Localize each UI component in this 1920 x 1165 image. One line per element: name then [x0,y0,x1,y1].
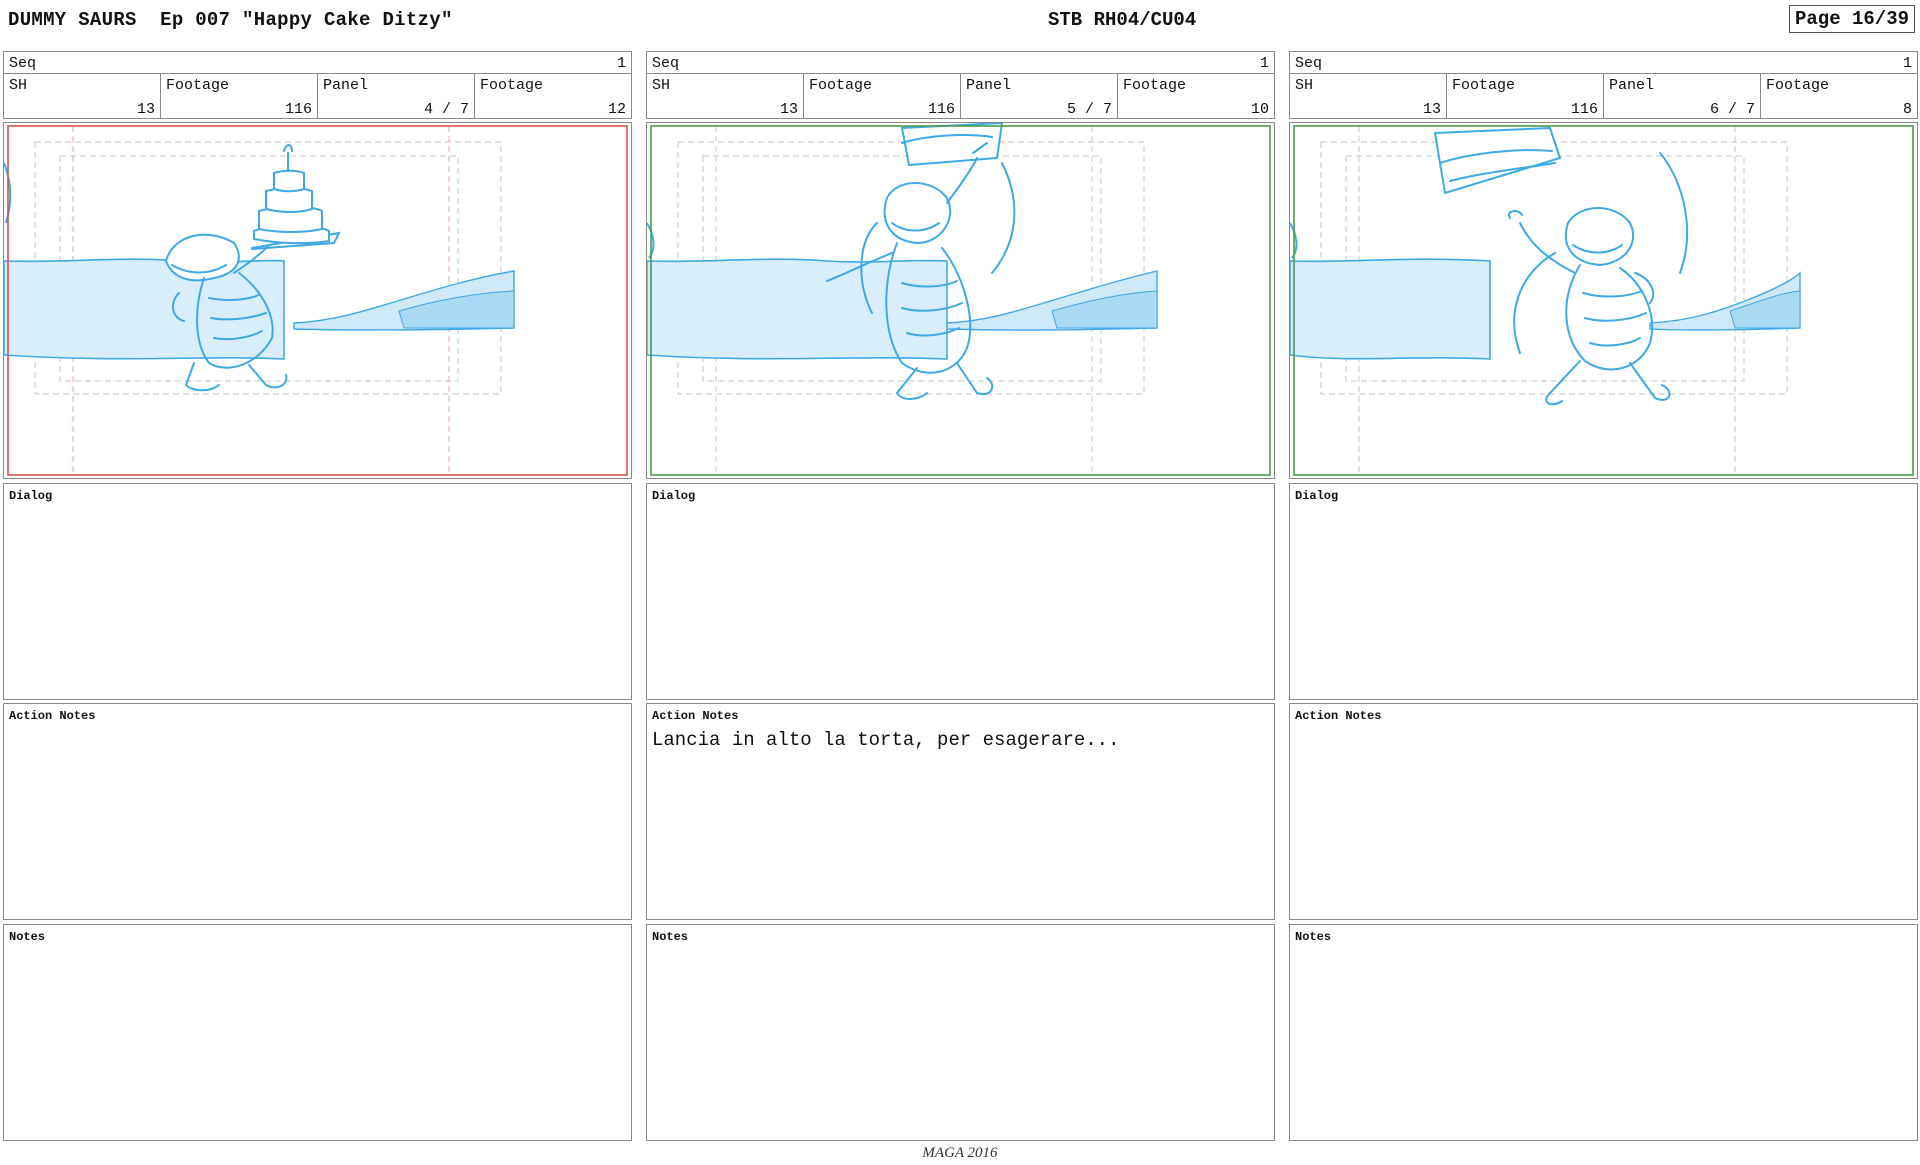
seq-label: Seq [652,55,680,72]
sketch-drawing-cake-toss [647,123,1271,476]
dialog-label: Dialog [652,489,696,503]
header-title: DUMMY SAURS Ep 007 "Happy Cake Ditzy" [8,9,453,31]
notes-label: Notes [1295,930,1332,944]
dialog-label: Dialog [9,489,53,503]
seq-value: 1 [1259,55,1269,72]
action-notes-label: Action Notes [1295,709,1382,723]
panel-footage-label: Footage [1123,77,1187,94]
action-notes-box[interactable]: Action Notes [1289,703,1918,920]
dialog-label: Dialog [1295,489,1339,503]
dialog-box[interactable]: Dialog [1289,483,1918,700]
storyboard-frame[interactable] [646,122,1275,479]
panel-label: Panel [1609,77,1655,94]
sh-value: 13 [1422,101,1441,118]
stb-code: STB RH04/CU04 [1048,9,1197,31]
panel-value: 4 / 7 [423,101,469,118]
storyboard-frame[interactable] [3,122,632,479]
action-notes-label: Action Notes [9,709,96,723]
footage-label: Footage [166,77,230,94]
action-notes-box[interactable]: Action Notes [3,703,632,920]
action-notes-box[interactable]: Action Notes Lancia in alto la torta, pe… [646,703,1275,920]
seq-label: Seq [9,55,37,72]
footage-value: 116 [284,101,312,118]
seq-value: 1 [616,55,626,72]
footage-label: Footage [1452,77,1516,94]
panel-footage-value: 8 [1902,101,1912,118]
panel-footage-label: Footage [480,77,544,94]
notes-box[interactable]: Notes [3,924,632,1141]
footage-label: Footage [809,77,873,94]
panel-footage-value: 10 [1250,101,1269,118]
notes-box[interactable]: Notes [1289,924,1918,1141]
action-notes-text: Lancia in alto la torta, per esagerare..… [652,729,1120,751]
panel-label: Panel [966,77,1012,94]
footage-value: 116 [927,101,955,118]
sketch-drawing-cake-hold [4,125,628,476]
sh-label: SH [652,77,671,94]
sh-label: SH [9,77,28,94]
notes-box[interactable]: Notes [646,924,1275,1141]
panel-info-table: Seq 1 SH 13 Footage 116 Panel 4 / 7 Footage… [3,51,632,119]
panel-column-2: Seq 1 SH 13 Footage 116 Panel 5 / 7 Footage… [646,51,1275,1141]
dialog-box[interactable]: Dialog [3,483,632,700]
action-notes-label: Action Notes [652,709,739,723]
seq-value: 1 [1902,55,1912,72]
panel-value: 5 / 7 [1066,101,1112,118]
footer-credit: MAGA 2016 [922,1145,998,1161]
panel-footage-label: Footage [1766,77,1830,94]
storyboard-frame[interactable] [1289,122,1918,479]
sketch-drawing-cake-jump [1290,125,1914,476]
sh-label: SH [1295,77,1314,94]
panel-info-table: Seq 1 SH 13 Footage 116 Panel 5 / 7 Footage… [646,51,1275,119]
dialog-box[interactable]: Dialog [646,483,1275,700]
panel-column-1: Seq 1 SH 13 Footage 116 Panel 4 / 7 Footage… [3,51,632,1141]
sh-value: 13 [779,101,798,118]
seq-label: Seq [1295,55,1323,72]
panel-value: 6 / 7 [1709,101,1755,118]
panel-column-3: Seq 1 SH 13 Footage 116 Panel 6 / 7 Footage… [1289,51,1918,1141]
footage-value: 116 [1570,101,1598,118]
panel-info-table: Seq 1 SH 13 Footage 116 Panel 6 / 7 Footage… [1289,51,1918,119]
panel-footage-value: 12 [607,101,626,118]
page-indicator: Page 16/39 [1789,5,1915,33]
notes-label: Notes [652,930,689,944]
panel-label: Panel [323,77,369,94]
sh-value: 13 [136,101,155,118]
notes-label: Notes [9,930,46,944]
